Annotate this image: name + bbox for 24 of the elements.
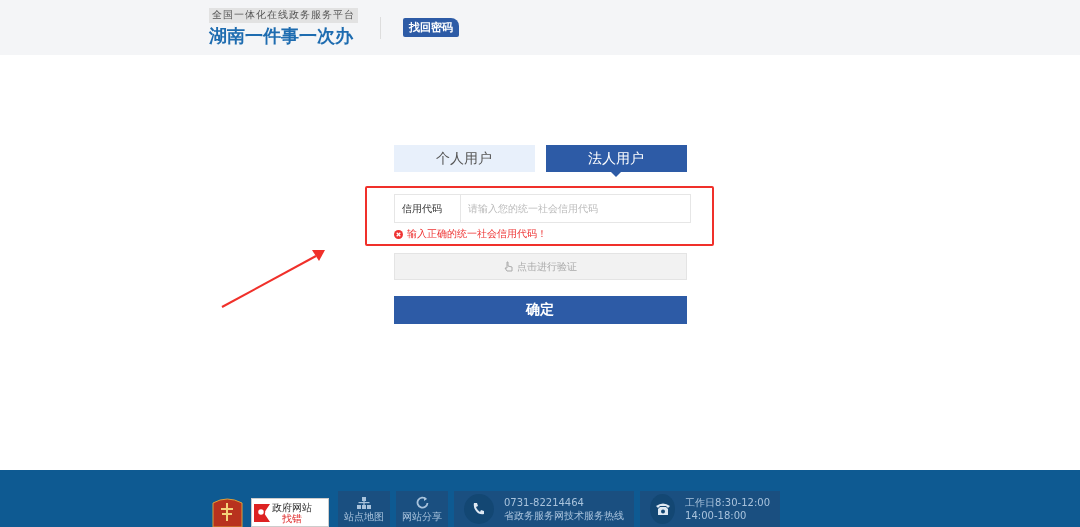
contact-line: 0731-82214464 bbox=[504, 496, 585, 509]
page-title-badge: 找回密码 bbox=[403, 18, 459, 37]
contact-line: 14:00-18:00 bbox=[685, 509, 748, 522]
error-message: 输入正确的统一社会信用代码！ bbox=[406, 227, 547, 241]
contact-line: 省政务服务网技术服务热线 bbox=[504, 509, 624, 522]
hand-pointer-icon bbox=[503, 261, 513, 272]
sitemap-icon bbox=[357, 496, 371, 509]
tab-pointer-icon bbox=[611, 172, 621, 177]
badge-title: 政府网站 bbox=[272, 501, 312, 513]
badge-action: 找错 bbox=[282, 512, 302, 524]
footer-link[interactable]: 网站分享 bbox=[396, 491, 448, 527]
site-error-badge[interactable]: 政府网站 找错 bbox=[251, 498, 329, 527]
contact-line: 工作日8:30-12:00 bbox=[685, 496, 770, 509]
telephone-icon bbox=[654, 502, 671, 516]
user-type-tab[interactable]: 个人用户 bbox=[393, 145, 535, 172]
emblem-icon[interactable] bbox=[210, 497, 245, 527]
site-logo[interactable]: 湖南一件事一次办 bbox=[209, 23, 358, 48]
share-icon bbox=[415, 496, 429, 509]
field-label: 信用代码 bbox=[393, 194, 460, 223]
phone-icon bbox=[471, 501, 487, 517]
footer-link[interactable]: 站点地图 bbox=[338, 491, 390, 527]
error-icon bbox=[393, 229, 403, 239]
confirm-button[interactable]: 确定 bbox=[393, 296, 687, 324]
platform-tagline: 全国一体化在线政务服务平台 bbox=[209, 7, 358, 23]
